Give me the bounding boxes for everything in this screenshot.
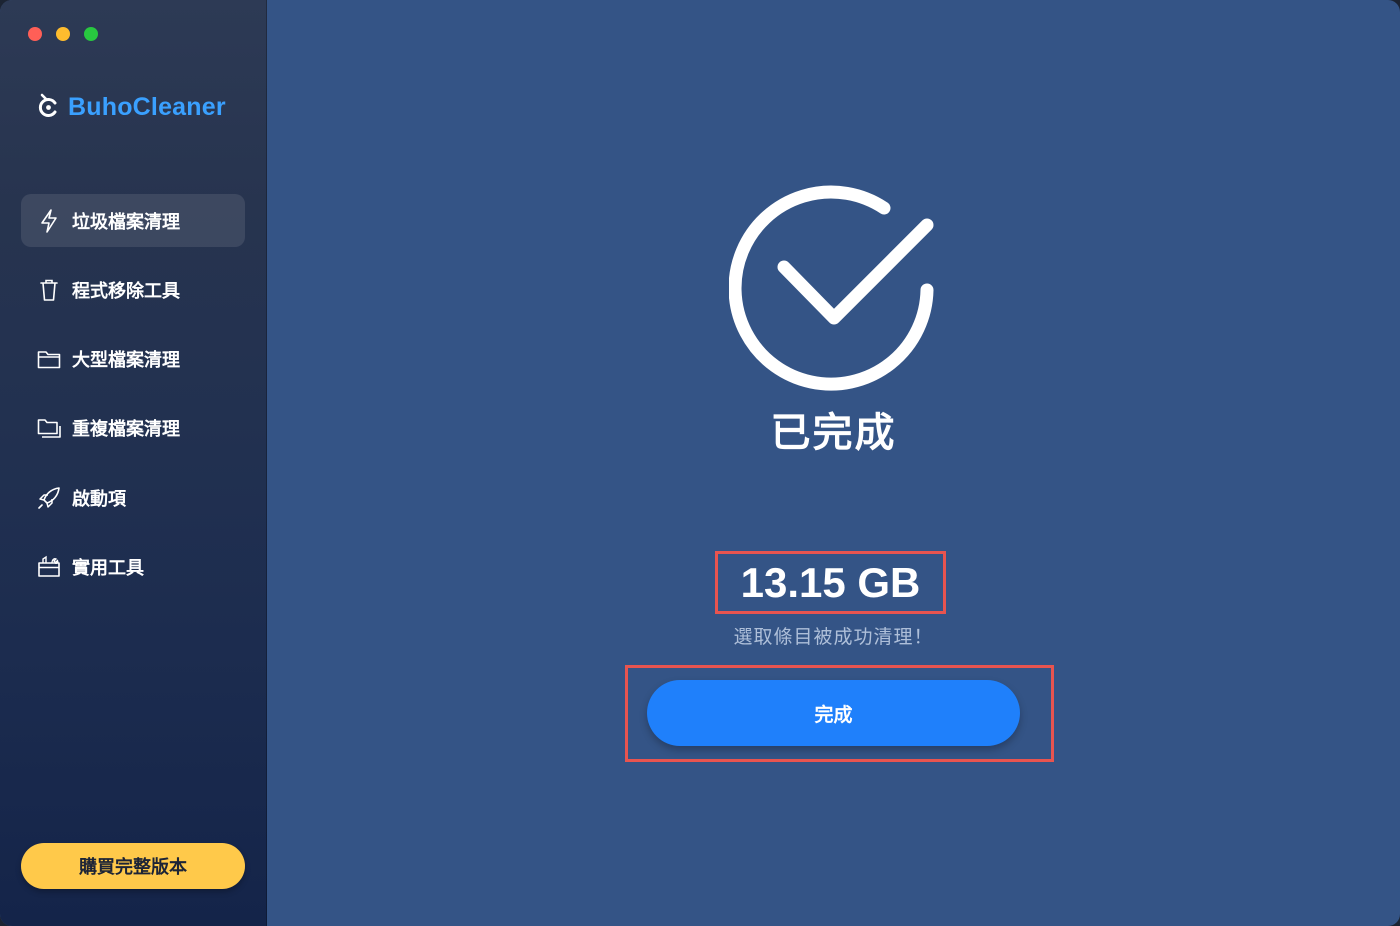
cleaned-size-value: 13.15 GB xyxy=(740,558,921,606)
lightning-icon xyxy=(37,208,61,233)
sidebar-item-label: 啟動項 xyxy=(72,488,126,510)
cleaned-message: 選取條目被成功清理！ xyxy=(733,626,934,648)
check-circle-icon xyxy=(728,183,937,393)
trash-icon xyxy=(37,278,61,302)
sidebar-item-label: 垃圾檔案清理 xyxy=(72,211,180,233)
folder-icon xyxy=(37,347,61,371)
finish-button[interactable]: 完成 xyxy=(647,680,1020,746)
sidebar-item-app-uninstaller[interactable]: 程式移除工具 xyxy=(21,263,245,316)
sidebar-item-label: 實用工具 xyxy=(72,557,144,579)
duplicate-folder-icon xyxy=(37,416,61,440)
minimize-window-button[interactable] xyxy=(56,27,70,41)
zoom-window-button[interactable] xyxy=(84,27,98,41)
sidebar-item-startup-items[interactable]: 啟動項 xyxy=(21,471,245,524)
sidebar-item-junk-cleaner[interactable]: 垃圾檔案清理 xyxy=(21,194,245,247)
close-window-button[interactable] xyxy=(28,27,42,41)
toolbox-icon xyxy=(37,555,61,579)
app-window: BuhoCleaner 垃圾檔案清理 程式移除工具 大型檔案清理 重複檔案清理 … xyxy=(0,0,1400,926)
main-panel: 已完成 13.15 GB 選取條目被成功清理！ 完成 xyxy=(267,0,1400,926)
status-title: 已完成 xyxy=(770,410,897,456)
sidebar-item-label: 重複檔案清理 xyxy=(72,419,180,441)
sidebar-nav: 垃圾檔案清理 程式移除工具 大型檔案清理 重複檔案清理 啟動項 實用工具 xyxy=(21,194,245,610)
sidebar-item-label: 大型檔案清理 xyxy=(72,350,180,372)
sidebar: BuhoCleaner 垃圾檔案清理 程式移除工具 大型檔案清理 重複檔案清理 … xyxy=(0,0,267,926)
owl-logo-icon xyxy=(36,92,60,122)
sidebar-item-toolkit[interactable]: 實用工具 xyxy=(21,540,245,593)
app-name: BuhoCleaner xyxy=(68,92,226,121)
sidebar-item-label: 程式移除工具 xyxy=(72,280,180,302)
app-logo: BuhoCleaner xyxy=(36,92,226,122)
buy-full-version-button[interactable]: 購買完整版本 xyxy=(21,843,245,889)
rocket-icon xyxy=(37,486,61,510)
sidebar-item-large-files[interactable]: 大型檔案清理 xyxy=(21,333,245,386)
window-controls xyxy=(28,27,98,41)
sidebar-item-duplicate-files[interactable]: 重複檔案清理 xyxy=(21,402,245,455)
cleaned-size-highlight: 13.15 GB xyxy=(715,551,946,614)
